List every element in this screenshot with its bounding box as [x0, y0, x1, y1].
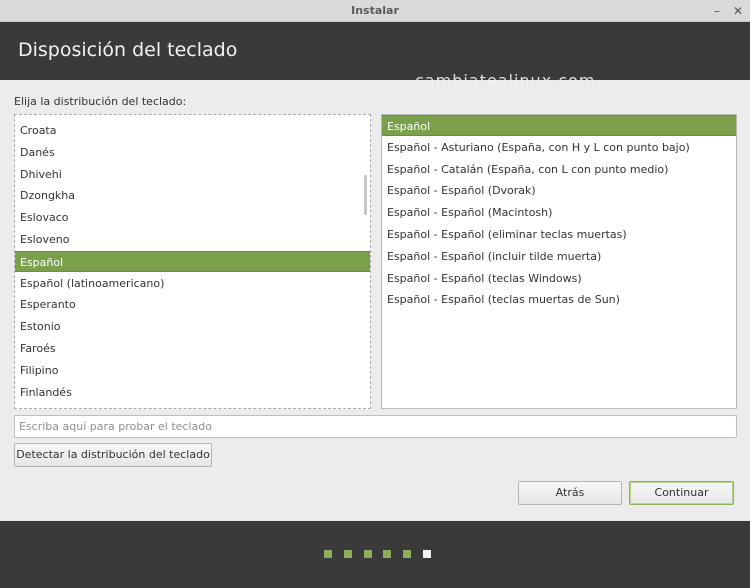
keyboard-layout-list[interactable]: Croata Danés Dhivehi Dzongkha Eslovaco Eslove… [14, 114, 371, 409]
layout-list-item[interactable]: Esperanto [15, 294, 370, 315]
layout-list-item[interactable]: Eslovaco [15, 207, 370, 228]
keyboard-variant-list[interactable]: Español Español - Asturiano (España, con … [381, 114, 737, 409]
variant-list-item[interactable]: Español - Español (eliminar teclas muert… [382, 224, 736, 245]
variant-list-item[interactable]: Español - Español (teclas muertas de Sun… [382, 289, 736, 310]
layout-prompt-label: Elija la distribución del teclado: [14, 95, 187, 108]
progress-dot [403, 550, 412, 558]
variant-list-item[interactable]: Español - Español (Macintosh) [382, 202, 736, 223]
layout-list-item[interactable]: Español (latinoamericano) [15, 273, 370, 294]
progress-dot [324, 550, 332, 558]
variant-list-item[interactable]: Español - Español (teclas Windows) [382, 268, 736, 289]
layout-list-item[interactable]: Faroés [15, 338, 370, 359]
progress-dots [0, 550, 750, 560]
layout-list-item[interactable]: Dzongkha [15, 185, 370, 206]
variant-list-item[interactable]: Español - Asturiano (España, con H y L c… [382, 137, 736, 158]
watermark: cambiatealinux.com [415, 71, 596, 90]
progress-dot [383, 550, 392, 558]
keyboard-test-input[interactable] [14, 415, 737, 438]
minimize-button[interactable]: – [708, 2, 726, 20]
layout-list-item[interactable]: Danés [15, 142, 370, 163]
layout-list-item[interactable]: Esloveno [15, 229, 370, 250]
back-button[interactable]: Atrás [518, 481, 622, 505]
progress-dot [343, 550, 352, 558]
page-header: Disposición del teclado [0, 22, 750, 80]
variant-list-item[interactable]: Español - Español (Dvorak) [382, 180, 736, 201]
layout-list-item[interactable]: Croata [15, 120, 370, 141]
variant-list-item[interactable]: Español - Español (incluir tilde muerta) [382, 246, 736, 267]
variant-list-item[interactable]: Español [382, 115, 736, 136]
layout-list-item[interactable]: Estonio [15, 316, 370, 337]
layout-list-item[interactable]: Finlandés [15, 382, 370, 403]
layout-list-item[interactable]: Español [15, 250, 370, 272]
continue-button[interactable]: Continuar [629, 481, 734, 505]
detect-layout-button[interactable]: Detectar la distribución del teclado [14, 443, 212, 467]
layout-list-item[interactable]: Dhivehi [15, 164, 370, 185]
progress-dot [363, 550, 372, 558]
close-button[interactable]: ✕ [729, 2, 747, 20]
window-titlebar: Instalar – ✕ [0, 0, 750, 22]
variant-list-item[interactable]: Español - Catalán (España, con L con pun… [382, 159, 736, 180]
window-title: Instalar [351, 4, 399, 17]
page-title: Disposición del teclado [18, 39, 238, 61]
progress-dot [423, 550, 431, 558]
layout-list-item[interactable]: Filipino [15, 360, 370, 381]
